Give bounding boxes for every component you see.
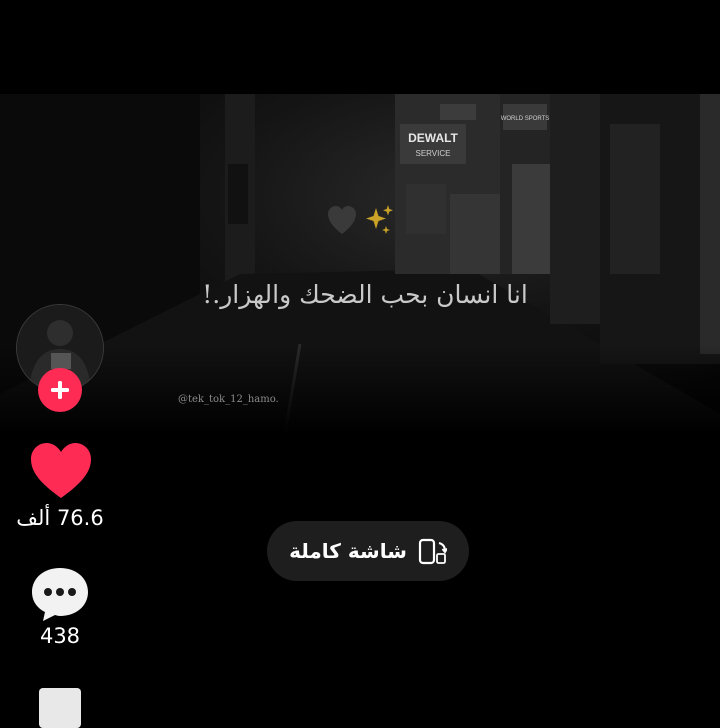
dewalt-subsign: SERVICE — [416, 149, 451, 158]
dewalt-sign: DEWALT — [408, 131, 458, 145]
comment-button-icon[interactable] — [30, 566, 90, 622]
creator-watermark: @tek_tok_12_hamo. — [178, 394, 279, 405]
follow-button[interactable] — [38, 368, 82, 412]
bookmark-button[interactable] — [39, 688, 81, 728]
fullscreen-label: شاشة كاملة — [289, 539, 407, 563]
rotate-screen-icon — [418, 538, 447, 565]
like-button-heart-icon[interactable] — [30, 442, 92, 500]
comment-count: 438 — [39, 624, 81, 648]
fullscreen-button[interactable]: شاشة كاملة — [267, 521, 469, 581]
video-player[interactable]: DEWALT SERVICE WORLD SPORTS — [0, 94, 720, 434]
video-bottom-fade — [0, 344, 720, 434]
shop-sign: WORLD SPORTS — [501, 116, 550, 122]
video-caption: انا انسان بحب الضحك والهزار.! — [202, 280, 528, 309]
like-count: 76.6 ألف — [16, 506, 104, 530]
plus-icon — [51, 381, 69, 399]
emoji-black-heart-sparkles — [328, 205, 393, 234]
